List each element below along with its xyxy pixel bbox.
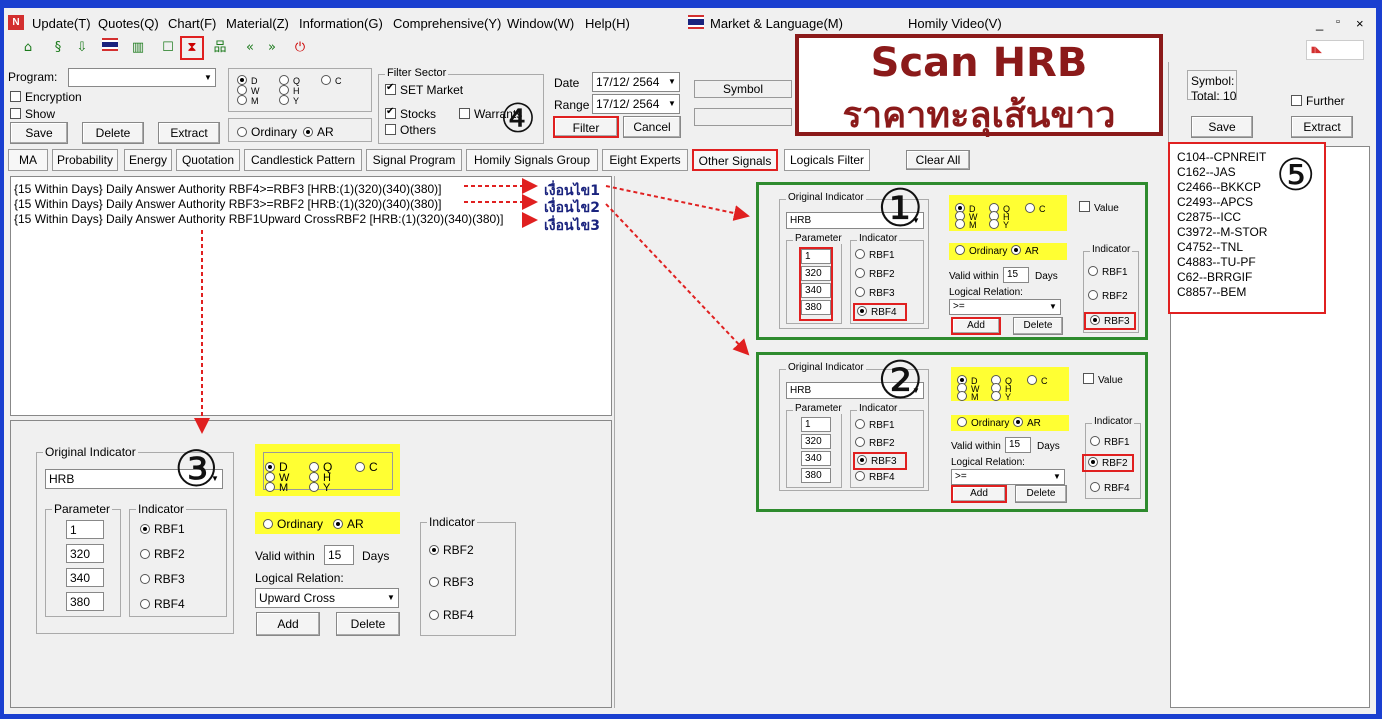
annotation-arrows	[194, 178, 750, 434]
arrow-to-form-1	[605, 185, 750, 221]
arrow-to-form-2	[605, 203, 750, 356]
